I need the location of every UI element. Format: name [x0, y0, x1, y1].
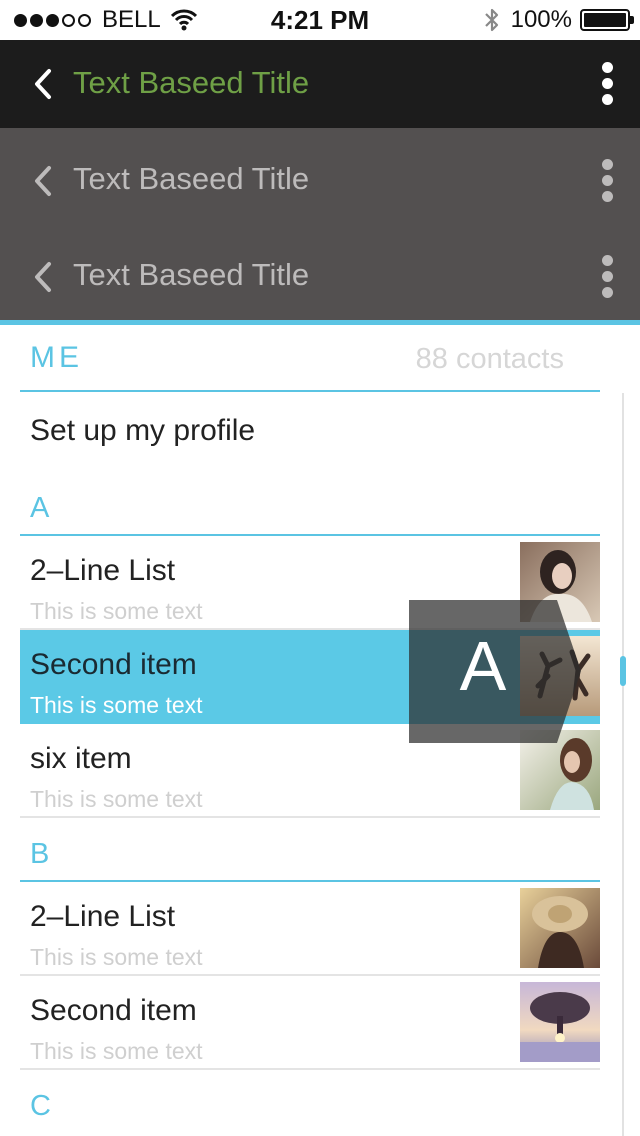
- back-chevron-icon[interactable]: [32, 164, 54, 198]
- section-letter: B: [30, 838, 50, 870]
- navbar-title: Text Baseed Title: [73, 257, 310, 292]
- list-item-title: Second item: [30, 648, 197, 681]
- me-label: ME: [30, 341, 83, 374]
- section-header-c: C: [20, 1070, 600, 1134]
- scrollbar-thumb[interactable]: [620, 656, 626, 686]
- list-item-subtitle: This is some text: [30, 692, 203, 718]
- list-item-title: Second item: [30, 994, 197, 1027]
- list-item-title: six item: [30, 742, 132, 775]
- more-vertical-icon[interactable]: [602, 62, 614, 106]
- contacts-count: 88 contacts: [415, 343, 564, 375]
- back-chevron-icon[interactable]: [32, 260, 54, 294]
- list-item-subtitle: This is some text: [30, 786, 203, 812]
- navbar-primary: Text Baseed Title: [0, 40, 640, 128]
- setup-profile-label: Set up my profile: [30, 414, 256, 447]
- me-header: ME 88 contacts: [20, 325, 600, 392]
- section-header-a: A: [20, 472, 600, 536]
- list-item-title: 2–Line List: [30, 900, 176, 933]
- more-vertical-icon[interactable]: [602, 159, 614, 203]
- woman-hat-photo: [520, 888, 600, 968]
- battery-icon: [580, 9, 634, 31]
- list-item-subtitle: This is some text: [30, 944, 203, 970]
- tree-sunset-photo: [520, 982, 600, 1062]
- more-vertical-icon[interactable]: [602, 255, 614, 299]
- scrollbar-track[interactable]: [622, 393, 624, 1136]
- setup-profile-row[interactable]: Set up my profile: [20, 392, 600, 472]
- status-right: 100%: [481, 6, 634, 34]
- navbar-title: Text Baseed Title: [73, 161, 310, 196]
- letter-bubble-arrow: [557, 600, 581, 743]
- section-header-b: B: [20, 818, 600, 882]
- section-letter: A: [30, 492, 50, 524]
- fast-scroll-letter: A: [459, 627, 507, 705]
- back-chevron-icon[interactable]: [32, 67, 54, 101]
- list-item[interactable]: 2–Line List This is some text: [20, 882, 600, 976]
- battery-percent: 100%: [510, 6, 572, 33]
- list-item-subtitle: This is some text: [30, 598, 203, 624]
- navbar-secondary: Text Baseed Title: [0, 128, 640, 224]
- list-item-title: 2–Line List: [30, 554, 176, 587]
- list-item-subtitle: This is some text: [30, 1038, 203, 1064]
- list-item[interactable]: Second item This is some text: [20, 976, 600, 1070]
- navbar-title: Text Baseed Title: [73, 65, 310, 100]
- section-letter: C: [30, 1090, 51, 1122]
- navbar-tertiary: Text Baseed Title: [0, 224, 640, 320]
- status-bar: BELL 4:21 PM 100%: [0, 0, 640, 40]
- fast-scroll-letter-bubble: A: [409, 600, 581, 743]
- bluetooth-icon: [484, 8, 498, 32]
